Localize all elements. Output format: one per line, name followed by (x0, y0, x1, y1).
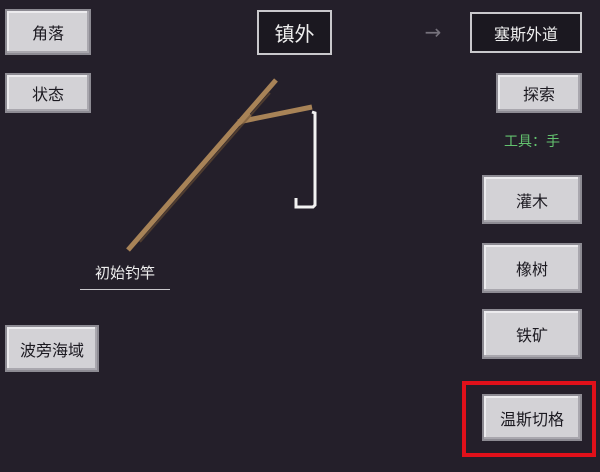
fishing-rod-icon[interactable] (0, 0, 600, 472)
sea-area-button[interactable]: 波旁海域 (5, 325, 99, 372)
fishing-line (294, 110, 317, 209)
rod-name-label: 初始钓竿 (80, 262, 170, 290)
